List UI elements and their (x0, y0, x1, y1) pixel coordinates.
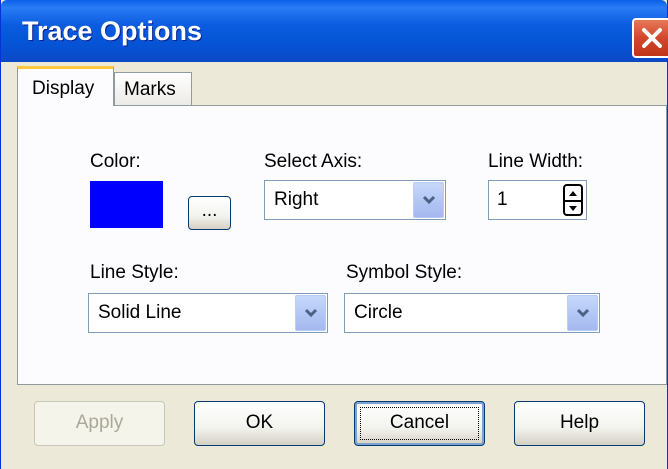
symbol-style-arrow[interactable] (567, 295, 598, 331)
tab-display[interactable]: Display (17, 66, 114, 106)
spin-down-button[interactable] (565, 200, 581, 216)
chevron-down-icon (422, 195, 436, 205)
select-axis-label: Select Axis: (264, 151, 363, 172)
symbol-style-label: Symbol Style: (346, 262, 463, 283)
color-browse-button[interactable]: ... (188, 196, 231, 230)
tab-marks[interactable]: Marks (114, 72, 192, 106)
help-button[interactable]: Help (514, 401, 645, 446)
arrow-down-icon (569, 206, 577, 211)
line-style-arrow[interactable] (295, 295, 326, 331)
arrow-up-icon (569, 191, 577, 196)
symbol-style-value: Circle (354, 302, 403, 323)
window-title: Trace Options (22, 16, 203, 46)
select-axis-arrow[interactable] (413, 182, 444, 218)
display-tab-panel (17, 105, 667, 385)
select-axis-value: Right (274, 189, 319, 210)
close-button[interactable] (632, 18, 668, 58)
line-width-stepper[interactable] (563, 184, 583, 216)
line-width-value: 1 (497, 189, 508, 210)
focus-rectangle (360, 407, 479, 440)
line-width-label: Line Width: (488, 151, 584, 172)
color-swatch[interactable] (90, 181, 163, 228)
title-bar[interactable]: Trace Options (1, 0, 667, 62)
tab-marks-label: Marks (124, 79, 176, 100)
chevron-down-icon (576, 308, 590, 318)
symbol-style-dropdown[interactable]: Circle (344, 293, 600, 333)
trace-options-dialog: Trace Options Display Marks Color: ... S… (0, 0, 668, 469)
line-style-dropdown[interactable]: Solid Line (88, 293, 328, 333)
line-style-label: Line Style: (90, 262, 179, 283)
cancel-button[interactable]: Cancel (354, 401, 485, 446)
line-style-value: Solid Line (98, 302, 182, 323)
apply-button[interactable]: Apply (34, 401, 165, 446)
tab-display-label: Display (32, 78, 95, 99)
color-label: Color: (90, 151, 141, 172)
ok-button[interactable]: OK (194, 401, 325, 446)
chevron-down-icon (304, 308, 318, 318)
select-axis-dropdown[interactable]: Right (264, 180, 446, 220)
line-width-spinner[interactable]: 1 (488, 180, 587, 220)
spin-up-button[interactable] (565, 186, 581, 200)
